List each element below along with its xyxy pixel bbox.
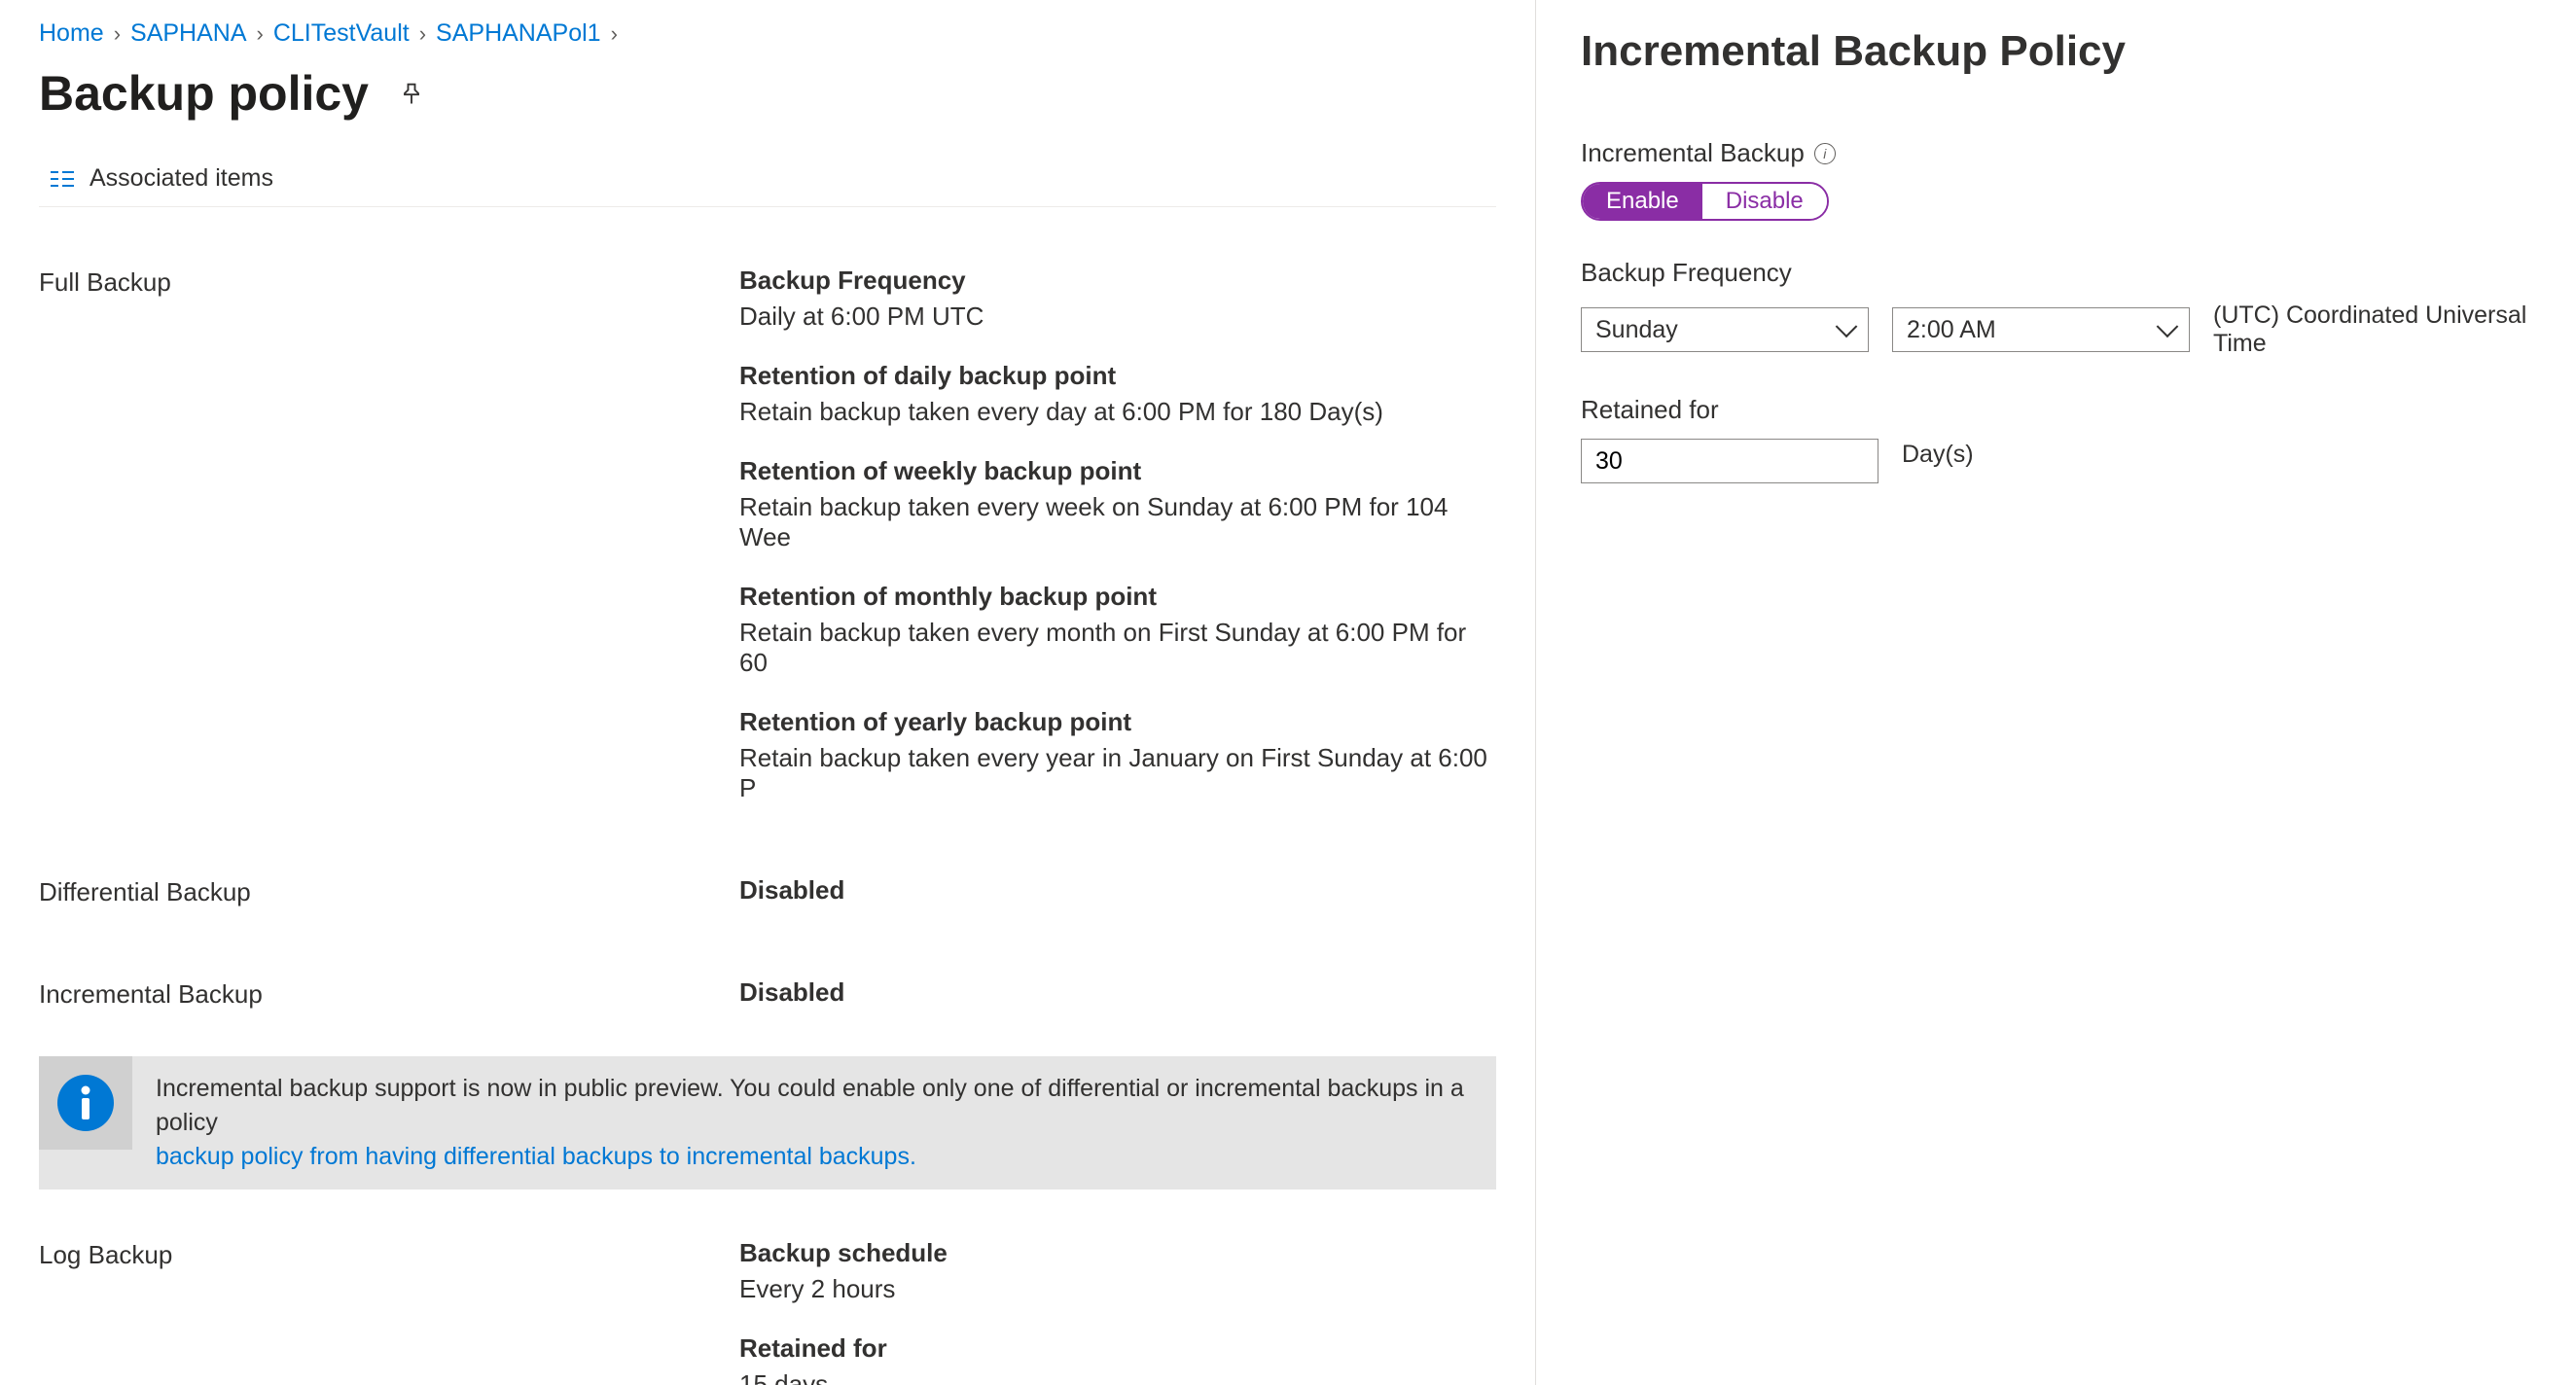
days-suffix: Day(s)	[1902, 439, 1974, 469]
log-schedule-title: Backup schedule	[739, 1238, 1496, 1268]
freq-title: Backup Frequency	[739, 266, 1496, 296]
info-link[interactable]: backup policy from having differential b…	[156, 1143, 916, 1170]
section-differential-backup: Differential Backup Disabled	[39, 875, 1496, 935]
time-select-value: 2:00 AM	[1907, 316, 1996, 344]
enable-disable-toggle: Enable Disable	[1581, 182, 1829, 221]
associated-items-label: Associated items	[89, 164, 273, 193]
list-icon	[49, 168, 76, 190]
backup-frequency-label: Backup Frequency	[1581, 258, 1792, 288]
breadcrumb-vault[interactable]: CLITestVault	[273, 19, 410, 48]
page-title: Backup policy	[39, 65, 369, 122]
info-icon	[39, 1056, 132, 1150]
monthly-retention-value: Retain backup taken every month on First…	[739, 618, 1496, 678]
daily-retention-title: Retention of daily backup point	[739, 361, 1496, 391]
main-pane: Home › SAPHANA › CLITestVault › SAPHANAP…	[0, 0, 1535, 1385]
pin-button[interactable]	[394, 76, 429, 111]
log-backup-label: Log Backup	[39, 1238, 739, 1385]
incremental-label: Incremental Backup	[39, 977, 739, 1037]
field-retained-for: Retained for Day(s)	[1581, 395, 2531, 483]
weekly-retention-title: Retention of weekly backup point	[739, 456, 1496, 486]
chevron-right-icon: ›	[257, 21, 264, 47]
breadcrumb-policy[interactable]: SAPHANAPol1	[436, 19, 601, 48]
chevron-right-icon: ›	[419, 21, 426, 47]
breadcrumb-subscription[interactable]: SAPHANA	[130, 19, 246, 48]
retained-days-input[interactable]	[1581, 439, 1878, 483]
pin-icon	[398, 80, 425, 107]
info-text: Incremental backup support is now in pub…	[156, 1075, 1464, 1136]
weekly-retention-value: Retain backup taken every week on Sunday…	[739, 492, 1496, 552]
full-backup-values: Backup Frequency Daily at 6:00 PM UTC Re…	[739, 266, 1496, 833]
field-backup-frequency: Backup Frequency Sunday 2:00 AM (UTC) Co…	[1581, 258, 2531, 358]
yearly-retention-title: Retention of yearly backup point	[739, 707, 1496, 737]
side-pane-title: Incremental Backup Policy	[1581, 27, 2531, 76]
info-banner: Incremental backup support is now in pub…	[39, 1056, 1496, 1190]
breadcrumb: Home › SAPHANA › CLITestVault › SAPHANAP…	[39, 19, 1496, 48]
incremental-toggle-label: Incremental Backup	[1581, 138, 1805, 168]
day-select-value: Sunday	[1595, 316, 1678, 344]
log-retain-title: Retained for	[739, 1333, 1496, 1364]
associated-items-link[interactable]: Associated items	[39, 151, 1496, 207]
field-incremental-toggle: Incremental Backup i Enable Disable	[1581, 138, 2531, 221]
retained-for-label: Retained for	[1581, 395, 1719, 425]
chevron-right-icon: ›	[114, 21, 121, 47]
day-select[interactable]: Sunday	[1581, 307, 1869, 352]
incremental-value: Disabled	[739, 977, 1496, 1008]
enable-button[interactable]: Enable	[1583, 184, 1702, 219]
section-full-backup: Full Backup Backup Frequency Daily at 6:…	[39, 266, 1496, 833]
info-message: Incremental backup support is now in pub…	[132, 1056, 1496, 1190]
monthly-retention-title: Retention of monthly backup point	[739, 582, 1496, 612]
daily-retention-value: Retain backup taken every day at 6:00 PM…	[739, 397, 1496, 427]
full-backup-label: Full Backup	[39, 266, 739, 833]
log-retain-value: 15 days	[739, 1369, 1496, 1385]
differential-label: Differential Backup	[39, 875, 739, 935]
breadcrumb-home[interactable]: Home	[39, 19, 104, 48]
time-select[interactable]: 2:00 AM	[1892, 307, 2190, 352]
title-row: Backup policy	[39, 65, 1496, 122]
info-icon[interactable]: i	[1814, 143, 1836, 164]
differential-value: Disabled	[739, 875, 1496, 906]
timezone-text: (UTC) Coordinated Universal Time	[2213, 302, 2531, 358]
disable-button[interactable]: Disable	[1702, 184, 1827, 219]
chevron-right-icon: ›	[611, 21, 618, 47]
section-log-backup: Log Backup Backup schedule Every 2 hours…	[39, 1238, 1496, 1385]
side-pane: Incremental Backup Policy Incremental Ba…	[1535, 0, 2576, 1385]
freq-value: Daily at 6:00 PM UTC	[739, 302, 1496, 332]
log-schedule-value: Every 2 hours	[739, 1274, 1496, 1304]
section-incremental-backup: Incremental Backup Disabled	[39, 977, 1496, 1037]
yearly-retention-value: Retain backup taken every year in Januar…	[739, 743, 1496, 803]
